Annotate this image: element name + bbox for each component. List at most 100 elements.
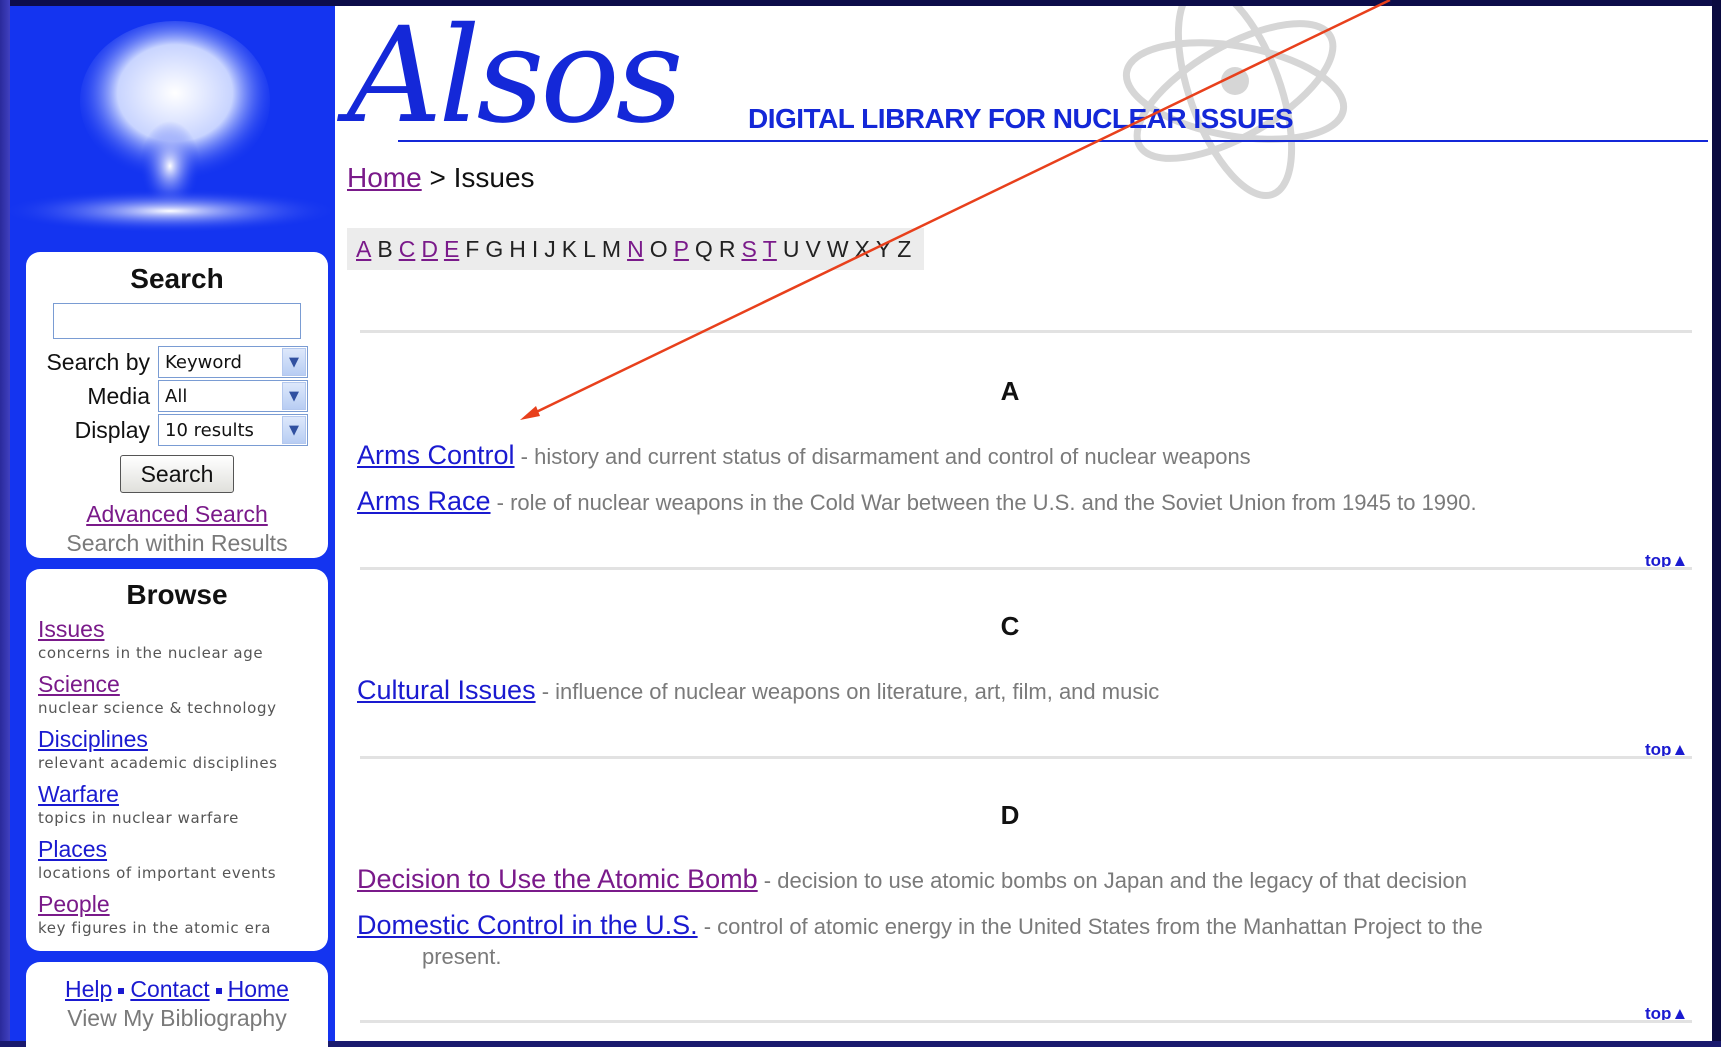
alphabet-letter-a[interactable]: A — [353, 236, 374, 263]
alphabet-letter-n[interactable]: N — [624, 236, 647, 263]
alphabet-letter-v: V — [805, 235, 821, 262]
browse-link-disciplines[interactable]: Disciplines — [38, 725, 328, 753]
logo-underline — [398, 140, 1708, 142]
view-bibliography[interactable]: View My Bibliography — [26, 1005, 328, 1032]
alphabet-index: ABCDEFGHIJKLMNOPQRSTUVWXYZ — [347, 228, 925, 270]
search-panel: Search Search by Keyword ▼ Media All ▼ D… — [26, 252, 328, 558]
alphabet-letter-g: G — [485, 235, 504, 262]
search-panel-title: Search — [130, 263, 224, 294]
alphabet-letter-b: B — [377, 235, 393, 262]
browse-desc: topics in nuclear warfare — [38, 809, 239, 827]
window-frame-left — [0, 0, 10, 1041]
breadcrumb-home-link[interactable]: Home — [347, 162, 422, 193]
search-by-value: Keyword — [165, 351, 242, 373]
search-by-select[interactable]: Keyword ▼ — [158, 346, 308, 378]
display-row: Display 10 results ▼ — [26, 413, 328, 447]
display-select[interactable]: 10 results ▼ — [158, 414, 308, 446]
alphabet-letter-q: Q — [694, 235, 713, 262]
entry-desc: - influence of nuclear weapons on litera… — [535, 679, 1160, 704]
section-heading-d: D — [1000, 800, 1020, 830]
chevron-down-icon[interactable]: ▼ — [282, 382, 306, 410]
alphabet-letter-e[interactable]: E — [441, 236, 462, 263]
browse-item-people: People key figures in the atomic era — [26, 890, 328, 945]
browse-desc: nuclear science & technology — [38, 699, 277, 717]
alphabet-letter-l: L — [583, 235, 596, 262]
browse-item-disciplines: Disciplines relevant academic discipline… — [26, 725, 328, 780]
contact-link[interactable]: Contact — [130, 976, 209, 1002]
alphabet-letter-x: X — [854, 235, 870, 262]
alphabet-letter-c[interactable]: C — [396, 236, 419, 263]
search-within-results: Search within Results — [66, 530, 288, 556]
search-button[interactable]: Search — [120, 455, 234, 493]
section-heading-a: A — [1000, 376, 1020, 406]
media-select[interactable]: All ▼ — [158, 380, 308, 412]
section-divider — [360, 756, 1692, 759]
alphabet-letter-r: R — [718, 235, 736, 262]
alphabet-letter-m: M — [601, 235, 622, 262]
section-divider — [360, 1020, 1692, 1023]
alphabet-letter-s[interactable]: S — [738, 236, 759, 263]
browse-link-science[interactable]: Science — [38, 670, 328, 698]
home-link[interactable]: Home — [228, 976, 289, 1002]
advanced-search-link[interactable]: Advanced Search — [86, 501, 268, 527]
entry-decision-atomic-bomb: Decision to Use the Atomic Bomb - decisi… — [357, 864, 1627, 896]
entry-desc: - control of atomic energy in the United… — [697, 914, 1483, 939]
entry-desc: - role of nuclear weapons in the Cold Wa… — [490, 490, 1477, 515]
search-input[interactable] — [53, 303, 301, 339]
search-by-label: Search by — [46, 348, 150, 375]
breadcrumb: Home > Issues — [347, 162, 535, 194]
browse-link-people[interactable]: People — [38, 890, 328, 918]
alphabet-letter-k: K — [561, 235, 578, 262]
alphabet-letter-f: F — [465, 235, 480, 262]
entry-link-arms-race[interactable]: Arms Race — [357, 486, 491, 516]
display-value: 10 results — [165, 419, 254, 441]
browse-link-warfare[interactable]: Warfare — [38, 780, 328, 808]
entry-link-decision-atomic-bomb[interactable]: Decision to Use the Atomic Bomb — [357, 864, 758, 894]
entry-link-cultural-issues[interactable]: Cultural Issues — [357, 675, 536, 705]
footer-links: Help Contact Home — [26, 976, 328, 1003]
entry-link-arms-control[interactable]: Arms Control — [357, 440, 515, 470]
alphabet-letter-d[interactable]: D — [418, 236, 441, 263]
browse-item-issues: Issues concerns in the nuclear age — [26, 615, 328, 670]
main-content: Alsos DIGITAL LIBRARY FOR NUCLEAR ISSUES… — [335, 6, 1712, 1041]
alphabet-letter-w: W — [826, 235, 849, 262]
separator-square-icon — [118, 987, 125, 994]
alphabet-letter-i: I — [531, 235, 539, 262]
advanced-search-row: Advanced Search — [26, 501, 328, 528]
separator-square-icon — [215, 987, 222, 994]
alphabet-letter-t[interactable]: T — [760, 236, 780, 263]
browse-panel-title: Browse — [126, 579, 228, 610]
entry-desc: - decision to use atomic bombs on Japan … — [757, 868, 1468, 893]
search-by-row: Search by Keyword ▼ — [26, 345, 328, 379]
media-label: Media — [87, 382, 150, 409]
browse-link-places[interactable]: Places — [38, 835, 328, 863]
alphabet-letter-h: H — [509, 235, 526, 262]
alphabet-letter-y: Y — [875, 235, 892, 262]
breadcrumb-current: Issues — [453, 162, 535, 193]
browse-desc: relevant academic disciplines — [38, 754, 278, 772]
alphabet-letter-o: O — [649, 235, 668, 262]
browse-item-warfare: Warfare topics in nuclear warfare — [26, 780, 328, 835]
entry-link-domestic-control[interactable]: Domestic Control in the U.S. — [357, 910, 698, 940]
display-label: Display — [74, 416, 150, 443]
site-logo[interactable]: Alsos — [347, 6, 683, 146]
help-link[interactable]: Help — [65, 976, 112, 1002]
alphabet-letter-p[interactable]: P — [671, 236, 692, 263]
browse-link-issues[interactable]: Issues — [38, 615, 328, 643]
entry-desc-continuation: present. — [422, 944, 502, 969]
entry-arms-race: Arms Race - role of nuclear weapons in t… — [357, 486, 1627, 518]
breadcrumb-separator: > — [421, 162, 454, 193]
alphabet-letter-z: Z — [897, 235, 912, 262]
window-frame-right — [1712, 0, 1721, 1041]
chevron-down-icon[interactable]: ▼ — [282, 416, 306, 444]
entry-cultural-issues: Cultural Issues - influence of nuclear w… — [357, 675, 1627, 707]
entry-domestic-control: Domestic Control in the U.S. - control o… — [357, 910, 1627, 972]
browse-desc: concerns in the nuclear age — [38, 644, 264, 662]
chevron-down-icon[interactable]: ▼ — [282, 348, 306, 376]
section-heading-c: C — [1000, 611, 1020, 641]
footer-panel: Help Contact Home View My Bibliography — [26, 962, 328, 1047]
browse-item-science: Science nuclear science & technology — [26, 670, 328, 725]
mushroom-cloud-image — [10, 21, 335, 233]
sidebar: Search Search by Keyword ▼ Media All ▼ D… — [10, 6, 335, 1047]
browse-panel: Browse Issues concerns in the nuclear ag… — [26, 569, 328, 951]
